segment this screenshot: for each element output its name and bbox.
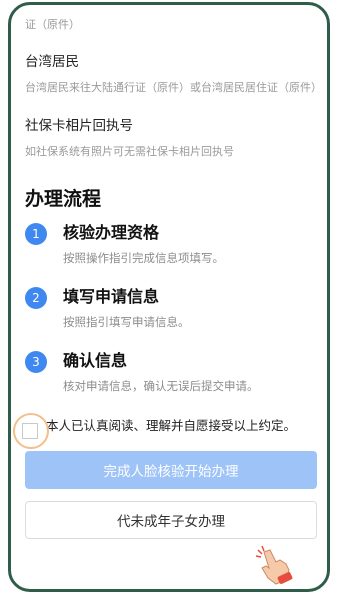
step-title: 填写申请信息 bbox=[63, 287, 160, 306]
agreement-row[interactable]: 本人已认真阅读、理解并自愿接受以上约定。 bbox=[13, 413, 319, 449]
document-item-social-security-photo: 社保卡相片回执号 如社保系统有照片可无需社保卡相片回执号 bbox=[25, 117, 319, 161]
step-desc: 按照指引填写申请信息。 bbox=[63, 315, 190, 329]
document-title: 社保卡相片回执号 bbox=[25, 118, 133, 134]
process-step: 2 填写申请信息 按照指引填写申请信息。 bbox=[25, 285, 319, 331]
document-desc: 如社保系统有照片可无需社保卡相片回执号 bbox=[25, 145, 234, 158]
tap-hand-icon bbox=[256, 546, 293, 585]
document-desc-tail: 证（原件） bbox=[25, 18, 80, 31]
step-desc: 核对申请信息，确认无误后提交申请。 bbox=[63, 379, 259, 393]
start-face-verification-button[interactable]: 完成人脸核验开始办理 bbox=[25, 451, 317, 489]
document-title: 台湾居民 bbox=[25, 54, 79, 70]
step-number-badge: 1 bbox=[25, 223, 47, 245]
agreement-text: 本人已认真阅读、理解并自愿接受以上约定。 bbox=[46, 418, 297, 433]
apply-for-minor-child-button[interactable]: 代未成年子女办理 bbox=[25, 501, 317, 539]
step-desc: 按照操作指引完成信息项填写。 bbox=[63, 251, 224, 265]
step-title: 确认信息 bbox=[63, 351, 128, 370]
phone-frame: 证（原件） 台湾居民 台湾居民来往大陆通行证（原件）或台湾居民居住证（原件） 社… bbox=[8, 2, 330, 592]
process-step: 3 确认信息 核对申请信息，确认无误后提交申请。 bbox=[25, 349, 319, 395]
document-desc: 台湾居民来往大陆通行证（原件）或台湾居民居住证（原件） bbox=[25, 81, 322, 94]
step-number-badge: 3 bbox=[25, 351, 47, 373]
process-step: 1 核验办理资格 按照操作指引完成信息项填写。 bbox=[25, 221, 319, 267]
process-title: 办理流程 bbox=[25, 188, 102, 210]
agreement-checkbox[interactable] bbox=[22, 423, 38, 439]
main-content: 证（原件） 台湾居民 台湾居民来往大陆通行证（原件）或台湾居民居住证（原件） 社… bbox=[13, 5, 322, 539]
step-number-badge: 2 bbox=[25, 287, 47, 309]
document-item-taiwan-resident: 台湾居民 台湾居民来往大陆通行证（原件）或台湾居民居住证（原件） bbox=[25, 53, 322, 97]
step-title: 核验办理资格 bbox=[63, 223, 160, 242]
